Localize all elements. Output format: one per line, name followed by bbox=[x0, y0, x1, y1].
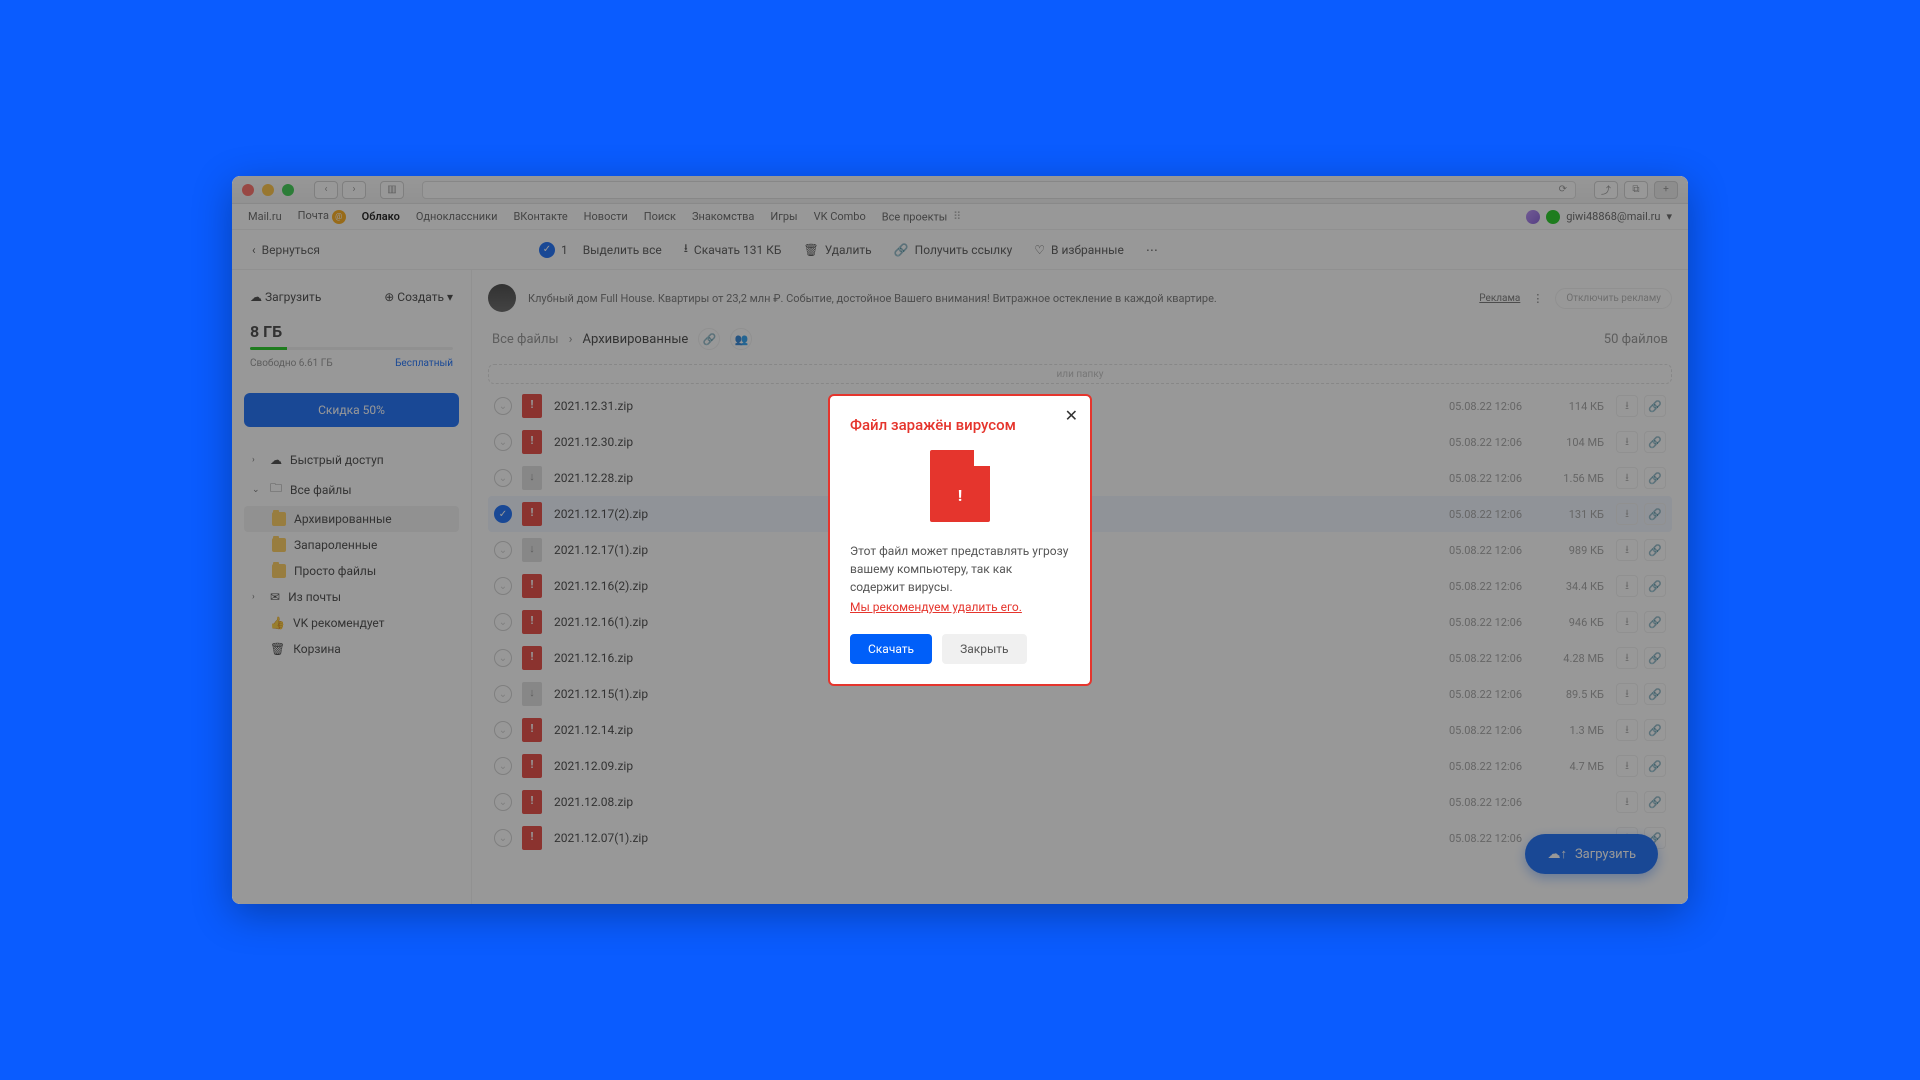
modal-close-button[interactable]: ✕ bbox=[1065, 406, 1078, 425]
modal-overlay[interactable]: ✕ Файл заражён вирусом Этот файл может п… bbox=[232, 176, 1688, 904]
infected-file-icon bbox=[930, 450, 990, 522]
browser-window: ‹ › ▥ ⟳ ⤴ ⧉ + Mail.ru Почта @ Облако Одн… bbox=[232, 176, 1688, 904]
virus-warning-modal: ✕ Файл заражён вирусом Этот файл может п… bbox=[828, 394, 1092, 686]
modal-delete-link[interactable]: Мы рекомендуем удалить его. bbox=[850, 600, 1070, 614]
modal-close-text-button[interactable]: Закрыть bbox=[942, 634, 1026, 664]
modal-message: Этот файл может представлять угрозу ваше… bbox=[850, 542, 1070, 596]
modal-download-button[interactable]: Скачать bbox=[850, 634, 932, 664]
modal-title: Файл заражён вирусом bbox=[850, 416, 1070, 434]
